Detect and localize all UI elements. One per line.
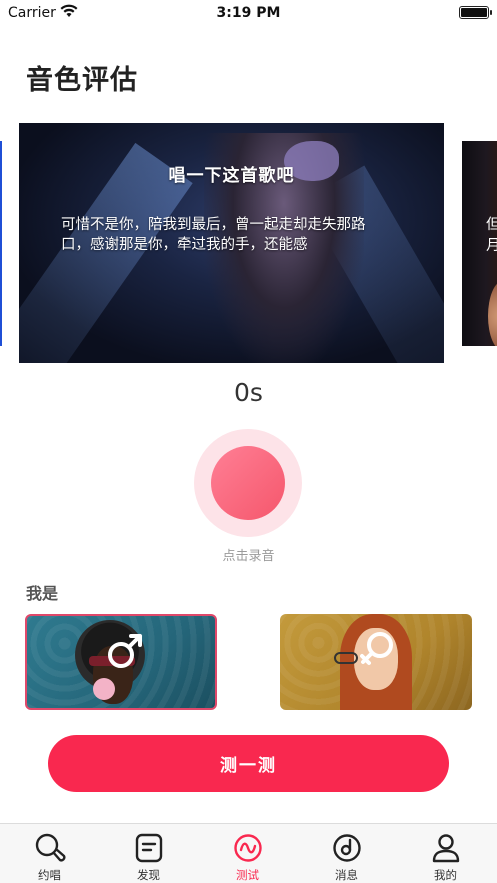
tab-label: 我的: [434, 868, 457, 882]
discover-icon: [135, 833, 163, 863]
song-carousel[interactable]: 唱一下这首歌吧 可惜不是你，陪我到最后，曾一起走却走失那路口，感谢那是你，牵过我…: [0, 123, 497, 365]
tab-label: 发现: [137, 868, 160, 882]
page-title: 音色评估: [26, 65, 138, 96]
tab-profile[interactable]: 我的: [396, 824, 495, 883]
tab-discover[interactable]: 发现: [99, 824, 198, 883]
female-avatar-glasses: [334, 652, 358, 664]
sing-prompt: 唱一下这首歌吧: [168, 166, 295, 186]
previous-song-card[interactable]: [0, 141, 2, 346]
gender-label: 我是: [26, 584, 59, 603]
next-song-card[interactable]: 但月: [462, 141, 497, 346]
gender-option-female[interactable]: [280, 614, 472, 710]
tab-yuechang[interactable]: 约唱: [0, 824, 99, 883]
status-bar: Carrier 3:19 PM: [0, 0, 497, 28]
profile-icon: [432, 834, 460, 863]
status-time: 3:19 PM: [216, 5, 281, 21]
tab-label: 测试: [236, 868, 259, 882]
tab-bar: 约唱 发现 测试 消息 我的: [0, 823, 497, 883]
tab-messages[interactable]: 消息: [297, 824, 396, 883]
record-dot-icon: [211, 446, 285, 520]
female-symbol-icon: [360, 632, 393, 665]
male-symbol-icon: [108, 634, 142, 668]
record-hint: 点击录音: [222, 549, 275, 564]
evaluate-button[interactable]: 测一测: [48, 735, 449, 792]
current-song-card[interactable]: 唱一下这首歌吧 可惜不是你，陪我到最后，曾一起走却走失那路口，感谢那是你，牵过我…: [19, 123, 444, 363]
tab-label: 消息: [335, 868, 358, 882]
tab-test[interactable]: 测试: [198, 824, 297, 883]
next-song-image: [488, 281, 497, 346]
bubblegum: [93, 678, 115, 700]
message-disc-icon: [333, 834, 361, 862]
test-wave-icon: [234, 834, 262, 862]
battery-icon: [459, 6, 492, 19]
search-sing-icon: [35, 833, 66, 862]
record-timer: 0s: [234, 378, 263, 407]
tab-label: 约唱: [38, 868, 61, 882]
song-lyrics: 可惜不是你，陪我到最后，曾一起走却走失那路口，感谢那是你，牵过我的手，还能感: [61, 217, 366, 253]
record-button[interactable]: [194, 429, 302, 537]
gender-option-male[interactable]: [25, 614, 217, 710]
next-song-lyrics-preview: 但月: [486, 217, 497, 254]
